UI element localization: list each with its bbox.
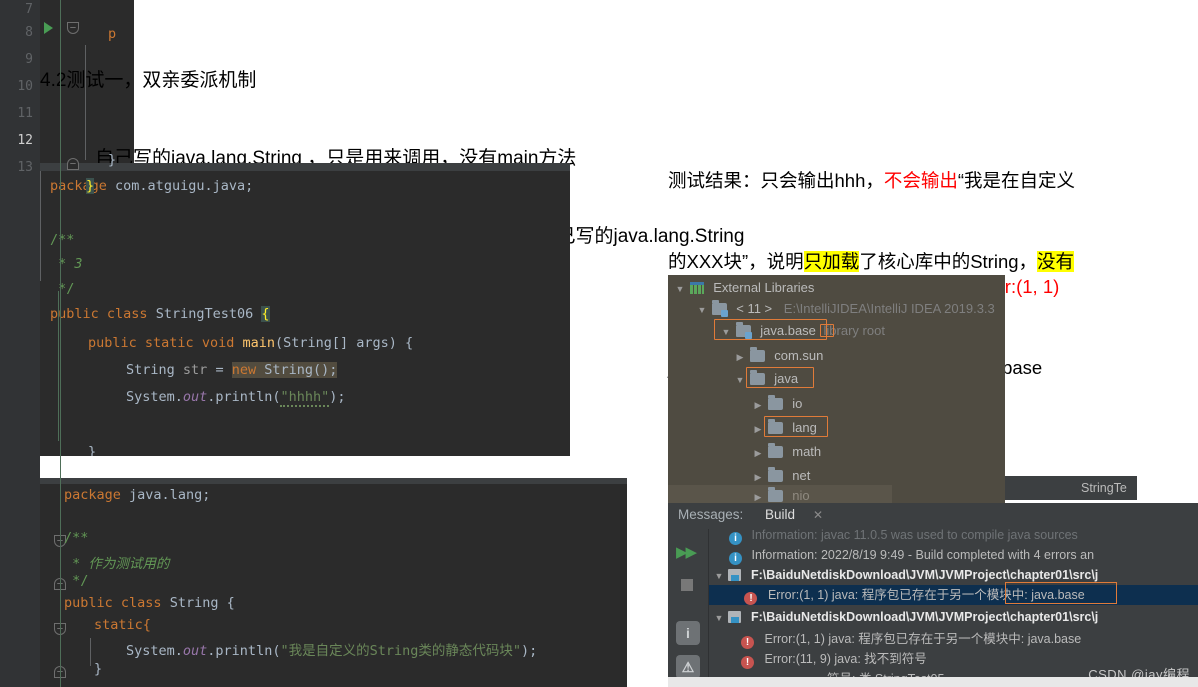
package-folder-icon (767, 467, 783, 482)
chevron-right-icon[interactable]: ▶ (752, 420, 764, 439)
tree-label: nio (792, 488, 810, 503)
chevron-down-icon[interactable]: ▼ (696, 301, 708, 320)
background-editor-gutter[interactable]: 7 8 9 10 11 12 13 (0, 0, 40, 687)
tree-node-external-libraries[interactable]: ▼ External Libraries (674, 278, 815, 299)
gutter-line-current: 12 (17, 133, 33, 148)
libraries-icon (689, 282, 704, 294)
rerun-icon[interactable]: ▶▶ (676, 541, 700, 565)
gutter-line: 10 (17, 79, 33, 94)
tree-label: External Libraries (713, 280, 815, 295)
chevron-right-icon[interactable]: ▶ (734, 348, 746, 367)
tree-node-com-sun[interactable]: ▶ com.sun (734, 346, 823, 365)
gutter-line: 11 (17, 106, 33, 121)
bg-code-line-12: } (86, 178, 95, 194)
editor-background-fragment[interactable]: 7 8 9 10 11 12 13 – – public p } } (0, 0, 134, 687)
tree-node-math[interactable]: ▶ math (752, 442, 821, 461)
build-row-info-javac[interactable]: i Information: javac 11.0.5 was used to … (729, 529, 1078, 545)
info-filter-icon[interactable]: i (676, 621, 700, 645)
highlight-box-libroot (820, 324, 834, 337)
package-folder-icon (767, 395, 783, 410)
error-icon: ! (744, 592, 758, 605)
build-tool-window[interactable]: Messages: Build ✕ ▶▶ i ⚠ i Information: … (668, 503, 1198, 687)
module-icon (728, 611, 742, 623)
tab-build[interactable]: Build (765, 507, 795, 522)
project-tool-window[interactable]: ▼ External Libraries ▼ < 11 > E:\Intelli… (668, 275, 1005, 503)
module-icon (728, 569, 742, 581)
warning-filter-icon[interactable]: ⚠ (676, 655, 700, 679)
tree-label: com.sun (774, 348, 824, 363)
jdk-folder-icon (711, 300, 728, 317)
indent-guide (85, 45, 86, 160)
build-row-error-1[interactable]: ! Error:(1, 1) java: 程序包已存在于另一个模块中: java… (741, 629, 1081, 649)
gutter-line: 7 (25, 2, 33, 17)
tree-node-jdk-11[interactable]: ▼ < 11 > E:\IntelliJIDEA\IntelliJ IDEA 2… (696, 299, 995, 318)
slide-canvas: 4.2测试一，双亲委派机制 自己写的java.lang.String ，只是用来… (0, 0, 1198, 687)
build-row-text: F:\BaiduNetdiskDownload\JVM\JVMProject\c… (750, 568, 1099, 582)
package-folder-icon (749, 347, 765, 362)
chevron-right-icon[interactable]: ▶ (752, 396, 764, 415)
build-row-error-2[interactable]: ! Error:(11, 9) java: 找不到符号 (741, 649, 927, 669)
tree-label: math (792, 444, 822, 459)
error-icon: ! (741, 636, 754, 649)
chevron-down-icon[interactable]: ▼ (713, 608, 725, 628)
build-row-text: Error:(11, 9) java: 找不到符号 (764, 652, 927, 666)
fold-open-icon[interactable]: – (67, 22, 79, 34)
highlight-box-error-javabase (1005, 582, 1117, 604)
build-row-error-selected[interactable]: ! Error:(1, 1) java: 程序包已存在于另一个模块中: java… (709, 585, 1198, 605)
tree-label: io (792, 396, 803, 411)
build-row-text: Error:(1, 1) java: 程序包已存在于另一个模块中: java.b… (764, 632, 1082, 646)
chevron-right-icon[interactable]: ▶ (752, 488, 764, 503)
tree-node-nio[interactable]: ▶ nio (752, 486, 810, 503)
build-side-toolbar[interactable]: ▶▶ i ⚠ (668, 529, 708, 687)
chevron-down-icon[interactable]: ▼ (713, 566, 725, 586)
fold-close-icon[interactable]: – (67, 158, 79, 170)
chevron-right-icon[interactable]: ▶ (752, 444, 764, 463)
chevron-down-icon[interactable]: ▼ (674, 280, 686, 299)
package-folder-icon (767, 443, 783, 458)
bottom-edge-strip (668, 677, 1198, 687)
tree-label: < 11 > (736, 301, 773, 316)
scope-guide (60, 0, 61, 687)
package-folder-icon (767, 487, 783, 502)
gutter-line: 8 (25, 25, 33, 40)
gutter-line: 9 (25, 52, 33, 67)
ide-screenshot: ▼ External Libraries ▼ < 11 > E:\Intelli… (668, 275, 1198, 687)
tree-label-suffix: E:\IntelliJIDEA\IntelliJ IDEA 2019.3.3 (783, 301, 995, 316)
error-icon: ! (741, 656, 754, 669)
run-method-icon[interactable] (44, 22, 53, 34)
bg-code-line-7: p (108, 26, 117, 42)
tree-label: net (792, 468, 811, 483)
build-row-text: F:\BaiduNetdiskDownload\JVM\JVMProject\c… (750, 610, 1099, 624)
stop-icon[interactable] (681, 579, 693, 591)
tree-node-io[interactable]: ▶ io (752, 394, 802, 413)
build-tab-bar[interactable]: Messages: Build ✕ (668, 503, 1198, 529)
messages-label: Messages: (678, 507, 744, 522)
highlight-box-java (746, 367, 814, 388)
info-icon: i (729, 552, 742, 565)
build-row-text: Information: 2022/8/19 9:49 - Build comp… (751, 548, 1095, 562)
build-row-info-completed[interactable]: i Information: 2022/8/19 9:49 - Build co… (729, 545, 1094, 565)
highlight-box-lang (764, 416, 828, 437)
build-row-text: Information: javac 11.0.5 was used to co… (751, 529, 1078, 542)
info-icon: i (729, 532, 742, 545)
bg-code-line-11: } (108, 152, 117, 168)
chevron-down-icon[interactable]: ▼ (734, 371, 746, 390)
highlight-box-java-base (714, 319, 827, 340)
build-row-module-2[interactable]: ▼ F:\BaiduNetdiskDownload\JVM\JVMProject… (713, 607, 1099, 628)
gutter-line: 13 (17, 160, 33, 175)
close-icon[interactable]: ✕ (813, 508, 823, 522)
tree-node-net[interactable]: ▶ net (752, 466, 810, 485)
